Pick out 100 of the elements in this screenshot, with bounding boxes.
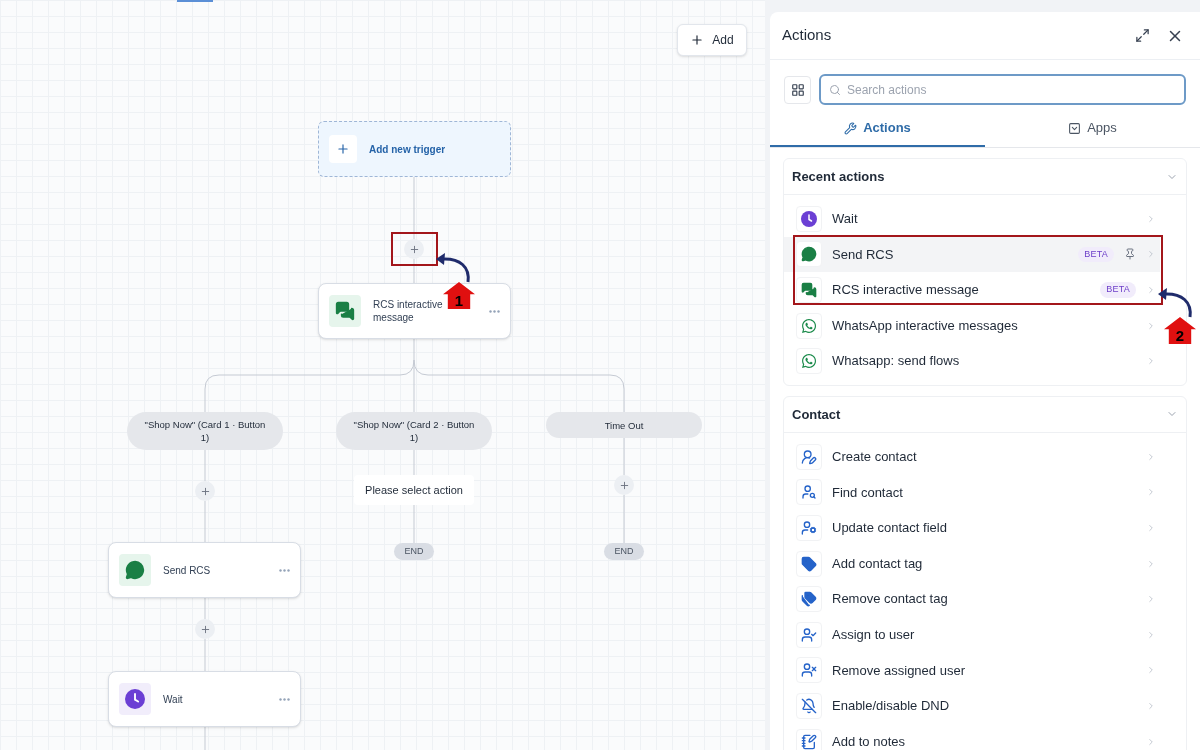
chevron-right-icon bbox=[1146, 522, 1156, 533]
action-item[interactable]: Assign to user bbox=[784, 616, 1160, 653]
action-item[interactable]: Create contact bbox=[784, 438, 1160, 475]
user-cog-icon bbox=[801, 519, 817, 536]
chevron-right-icon bbox=[1146, 249, 1156, 260]
whatsapp-icon bbox=[801, 317, 817, 334]
action-label: Add to notes bbox=[832, 732, 906, 750]
chevron-right-icon bbox=[1146, 487, 1156, 498]
action-label: Add contact tag bbox=[832, 554, 924, 573]
add-step-button[interactable] bbox=[195, 481, 215, 501]
clock-icon bbox=[125, 689, 145, 709]
connector-line bbox=[623, 437, 625, 476]
action-label: Remove contact tag bbox=[832, 590, 949, 609]
action-label: Assign to user bbox=[832, 626, 916, 644]
node-label: Wait bbox=[163, 692, 184, 706]
plus-icon bbox=[336, 142, 350, 156]
chevron-right-icon bbox=[1146, 665, 1156, 676]
action-label: Remove assigned user bbox=[832, 661, 966, 680]
node-label: RCS interactive message bbox=[373, 298, 444, 324]
grid-button[interactable] bbox=[784, 75, 811, 104]
plus-icon bbox=[199, 485, 211, 497]
search-field[interactable]: Search actions bbox=[819, 74, 1186, 105]
plus-icon bbox=[690, 33, 705, 47]
select-action-prompt[interactable]: Please select action bbox=[354, 475, 474, 505]
action-item[interactable]: Enable/disable DND bbox=[784, 688, 1160, 724]
action-label: Whatsapp: send flows bbox=[832, 352, 961, 371]
chevron-right-icon bbox=[1146, 736, 1156, 747]
node-label: Send RCS bbox=[163, 563, 212, 577]
action-label: WhatsApp interactive messages bbox=[832, 316, 1019, 335]
action-label: Create contact bbox=[832, 448, 918, 466]
highlight-frame bbox=[391, 232, 438, 266]
end-label: END bbox=[394, 543, 434, 560]
tools-icon bbox=[844, 121, 858, 135]
action-item[interactable]: Remove assigned user bbox=[784, 652, 1160, 689]
panel-tab[interactable]: Apps bbox=[985, 111, 1200, 147]
chevron-right-icon bbox=[1146, 451, 1156, 462]
section-title: Contact bbox=[792, 405, 841, 424]
user-x-icon bbox=[801, 662, 817, 679]
action-label: Send RCS bbox=[832, 245, 895, 264]
chevron-right-icon bbox=[1146, 320, 1156, 331]
tags-icon bbox=[801, 591, 817, 608]
action-item[interactable]: Wait bbox=[784, 201, 1160, 237]
action-label: Update contact field bbox=[832, 519, 948, 538]
action-item[interactable]: Whatsapp: send flows bbox=[784, 343, 1160, 379]
tab-indicator bbox=[177, 0, 213, 2]
chevron-right-icon bbox=[1146, 285, 1156, 295]
branch-label: "Shop Now" (Card 1 · Button 1) bbox=[127, 412, 283, 450]
chat-bubble-icon bbox=[801, 246, 817, 263]
user-icon bbox=[801, 448, 817, 465]
add-step-button[interactable] bbox=[195, 619, 215, 639]
action-item[interactable]: Add contact tag bbox=[784, 545, 1160, 582]
action-label: RCS interactive message bbox=[832, 281, 980, 300]
chevron-right-icon bbox=[1146, 629, 1156, 640]
beta-badge: BETA bbox=[1100, 282, 1136, 298]
grid-icon bbox=[790, 82, 805, 97]
user-search-icon bbox=[801, 484, 817, 501]
bell-off-icon bbox=[801, 697, 817, 714]
clock-icon bbox=[801, 210, 817, 227]
expand-icon[interactable] bbox=[1135, 28, 1150, 43]
connector-line bbox=[623, 494, 625, 544]
action-item[interactable]: Find contact bbox=[784, 474, 1160, 511]
trigger-label: Add new trigger bbox=[369, 142, 446, 157]
notebook-icon bbox=[801, 733, 817, 750]
user-check-icon bbox=[801, 626, 817, 643]
tag-icon bbox=[801, 555, 817, 572]
chevron-right-icon bbox=[1146, 213, 1156, 224]
action-item[interactable]: Add to notes bbox=[784, 723, 1160, 750]
action-item[interactable]: WhatsApp interactive messages bbox=[784, 307, 1160, 344]
pin-icon[interactable] bbox=[1124, 248, 1136, 261]
action-label: Enable/disable DND bbox=[832, 697, 951, 716]
chevron-right-icon bbox=[1146, 700, 1156, 711]
flow-node[interactable]: Send RCS bbox=[108, 542, 301, 598]
action-label: Wait bbox=[832, 210, 859, 229]
more-icon[interactable] bbox=[279, 568, 290, 572]
panel-tab[interactable]: Actions bbox=[770, 111, 985, 147]
action-item[interactable]: Remove contact tag bbox=[784, 581, 1160, 617]
more-icon[interactable] bbox=[279, 697, 290, 701]
whatsapp-icon bbox=[801, 353, 817, 370]
chat-bubbles-icon bbox=[801, 282, 817, 298]
add-step-button[interactable] bbox=[404, 239, 424, 259]
panel-title: Actions bbox=[782, 25, 832, 46]
beta-badge: BETA bbox=[1078, 246, 1114, 263]
chat-bubble-icon bbox=[125, 560, 145, 580]
action-item[interactable]: Update contact field bbox=[784, 510, 1160, 546]
plus-icon bbox=[199, 623, 211, 635]
flow-node[interactable]: Wait bbox=[108, 671, 301, 727]
end-label: END bbox=[604, 543, 644, 560]
add-step-button[interactable] bbox=[614, 475, 634, 495]
action-label: Find contact bbox=[832, 483, 904, 502]
branch-label: Time Out bbox=[546, 412, 702, 438]
trigger-node[interactable]: Add new trigger bbox=[318, 121, 511, 177]
plus-icon bbox=[408, 243, 420, 255]
section-title: Recent actions bbox=[792, 167, 885, 186]
chevron-right-icon bbox=[1146, 594, 1156, 605]
action-item[interactable]: Send RCS BETA bbox=[784, 236, 1160, 273]
chevron-right-icon bbox=[1146, 558, 1156, 569]
box-icon bbox=[1068, 121, 1082, 135]
action-item[interactable]: RCS interactive message BETA bbox=[784, 272, 1160, 308]
add-button[interactable]: Add bbox=[677, 24, 747, 56]
more-icon[interactable] bbox=[489, 309, 500, 313]
